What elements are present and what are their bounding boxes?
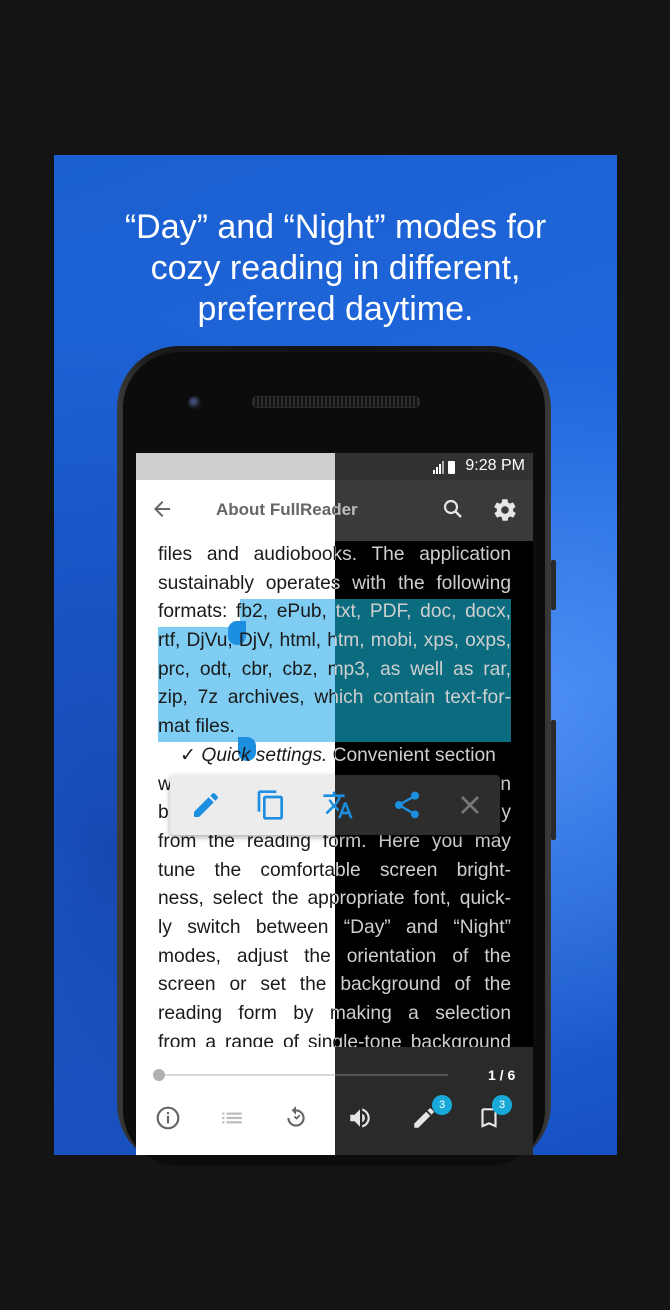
signal-battery-icon [433,461,455,474]
refresh-icon[interactable] [283,1105,309,1131]
info-icon[interactable] [155,1105,181,1131]
close-icon[interactable] [454,789,486,821]
front-camera [188,396,202,410]
check-mark: ✓ [180,744,197,766]
formats-prefix: formats: [158,601,237,623]
power-button [551,720,556,840]
back-arrow-icon[interactable] [150,497,174,521]
headline-line-2: cozy reading in different, [150,249,521,287]
phone-screen: About FullReader files and audiobooks. T… [136,453,533,1155]
status-time: 9:28 PM [465,457,525,474]
reading-progress-knob[interactable] [153,1069,165,1081]
quick-settings-label: Quick settings. [201,744,328,766]
volume-button [551,560,556,610]
copy-icon[interactable] [255,789,287,821]
headline-line-1: “Day” and “Night” modes for [124,208,547,246]
speaker-icon[interactable] [347,1105,373,1131]
list-icon[interactable] [219,1105,245,1131]
gear-icon[interactable] [492,497,518,523]
search-icon[interactable] [441,497,465,521]
quick-settings-rest: Convenient section [327,744,496,766]
page-indicator: 1 / 6 [488,1067,516,1083]
pencil-icon[interactable] [190,789,222,821]
headline-line-3: preferred daytime. [197,290,474,328]
annotations-count-badge: 3 [432,1095,452,1115]
share-icon[interactable] [391,789,423,821]
headline: “Day” and “Night” modes for cozy reading… [54,207,617,330]
earpiece-speaker [252,396,420,408]
bookmarks-count-badge: 3 [492,1095,512,1115]
